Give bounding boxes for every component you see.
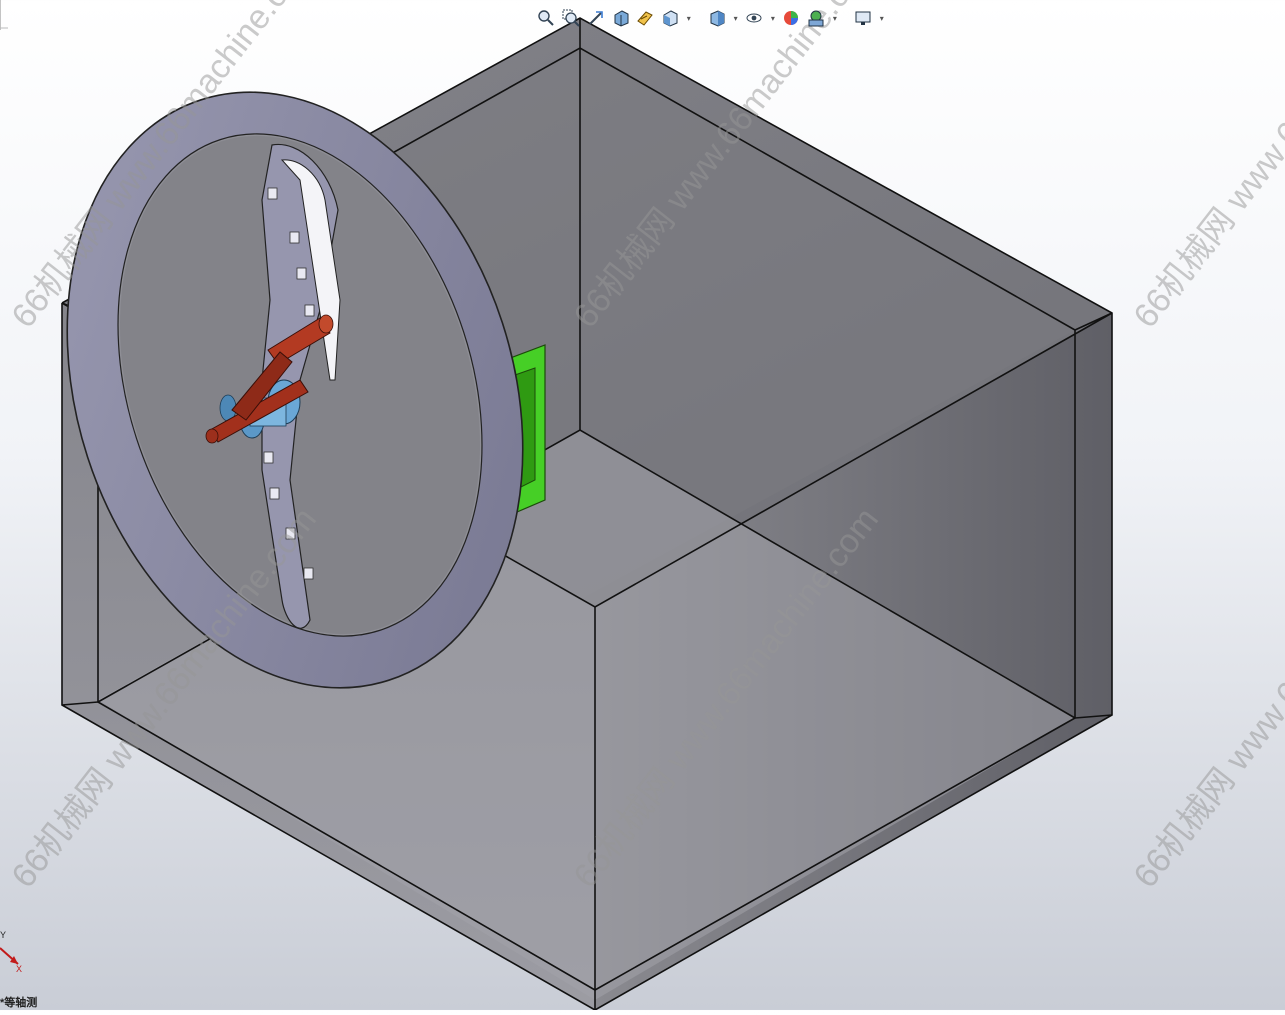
watermark-3: 66机械网 www.66machine.com: [1126, 0, 1285, 335]
3d-viewport[interactable]: 66机械网 www.66machine.com 66机械网 www.66mach…: [0, 0, 1285, 1011]
apply-scene-icon[interactable]: [806, 7, 827, 29]
view-settings-dropdown-icon[interactable]: ▾: [878, 7, 886, 29]
hide-show-dropdown-icon[interactable]: ▾: [769, 7, 777, 29]
apply-scene-dropdown-icon[interactable]: ▾: [831, 7, 839, 29]
hide-show-items-icon[interactable]: [744, 7, 765, 29]
display-style-dropdown-icon[interactable]: ▾: [731, 7, 739, 29]
dynamic-annotation-icon[interactable]: [635, 7, 656, 29]
coordinate-triad: X Y: [0, 930, 22, 974]
triad-y-label: Y: [0, 930, 6, 940]
triad-x-label: X: [16, 964, 22, 974]
watermark-6: 66机械网 www.66machine.com: [1126, 501, 1285, 895]
view-settings-icon[interactable]: [853, 7, 874, 29]
zoom-to-fit-icon[interactable]: [536, 7, 557, 29]
previous-view-icon[interactable]: [586, 7, 607, 29]
display-style-icon[interactable]: [707, 7, 728, 29]
view-orientation-dropdown-icon[interactable]: ▾: [685, 7, 693, 29]
view-orientation-icon[interactable]: [660, 7, 681, 29]
edit-appearance-icon[interactable]: [781, 7, 802, 29]
view-orientation-label: *等轴测: [0, 997, 38, 1009]
heads-up-view-toolbar: ▾ ▾ ▾ ▾ ▾: [536, 4, 886, 32]
zoom-to-area-icon[interactable]: [561, 7, 582, 29]
model-canvas[interactable]: 66机械网 www.66machine.com 66机械网 www.66mach…: [0, 0, 1285, 1011]
window-corner-marker: [0, 0, 8, 30]
section-view-icon[interactable]: [610, 7, 631, 29]
